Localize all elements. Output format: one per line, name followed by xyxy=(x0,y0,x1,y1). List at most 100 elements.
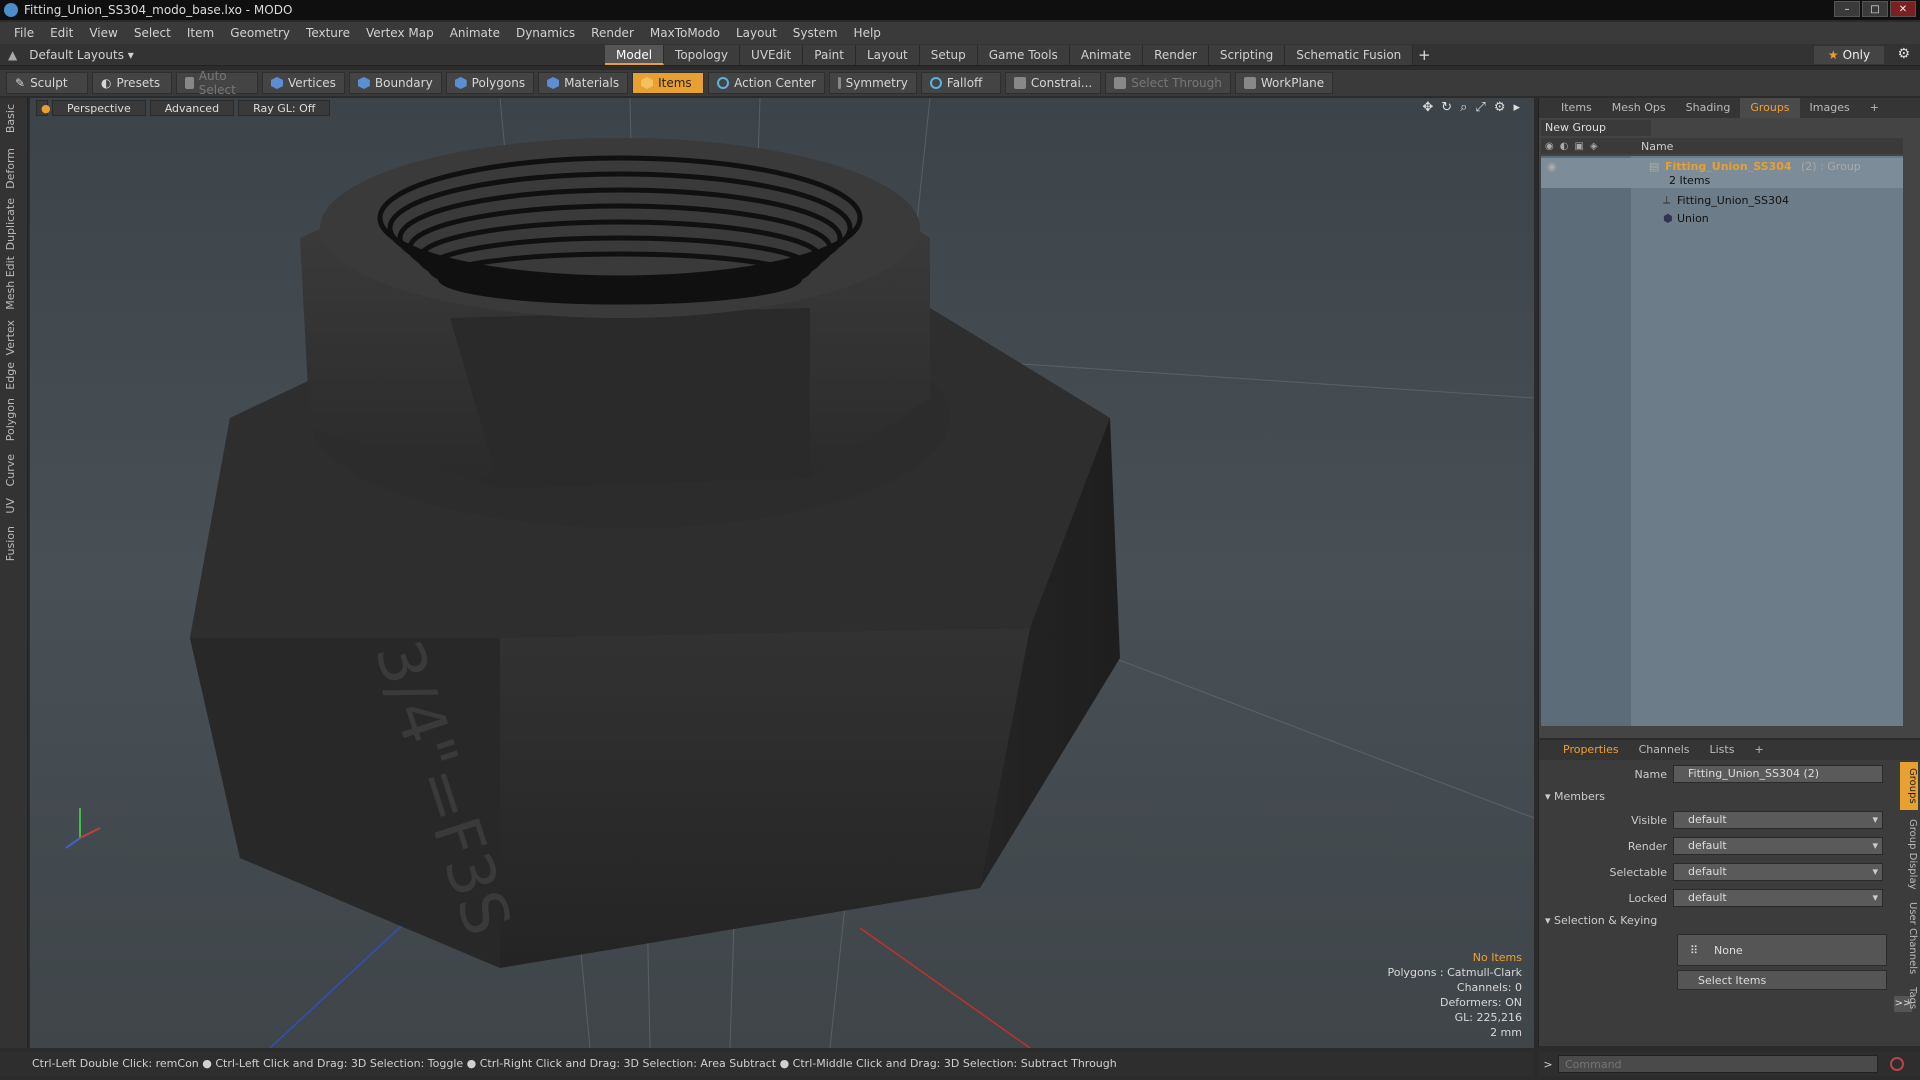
items-button[interactable]: Items xyxy=(632,72,705,94)
vtab-edge[interactable]: Edge xyxy=(4,362,22,390)
tab-lists[interactable]: Lists xyxy=(1700,740,1745,760)
tab-schematic-fusion[interactable]: Schematic Fusion xyxy=(1285,45,1414,65)
tab-setup[interactable]: Setup xyxy=(919,45,978,65)
eye-icon[interactable]: ◉ xyxy=(1547,160,1557,173)
raygl-button[interactable]: Ray GL: Off xyxy=(238,100,331,116)
3d-viewport[interactable]: 3/4"=F3S ● Perspective Advanced Ray GL: … xyxy=(30,98,1534,1048)
vtab-uv[interactable]: UV xyxy=(4,498,22,514)
pan-icon[interactable]: ✥ xyxy=(1422,100,1433,115)
view-type-button[interactable]: Perspective xyxy=(52,100,146,116)
tab-game-tools[interactable]: Game Tools xyxy=(977,45,1070,65)
vtab-curve[interactable]: Curve xyxy=(4,454,22,486)
select-icon[interactable]: ◈ xyxy=(1590,141,1598,152)
maximize-icon[interactable]: ⤢ xyxy=(1475,100,1485,115)
menu-maxtomodo[interactable]: MaxToModo xyxy=(642,22,728,44)
visible-select[interactable]: default ▾ xyxy=(1673,811,1883,829)
sculpt-button[interactable]: ✎ Sculpt xyxy=(6,72,88,94)
tab-groups[interactable]: Groups xyxy=(1740,98,1800,118)
new-group-button[interactable]: New Group xyxy=(1541,120,1651,136)
tab-paint[interactable]: Paint xyxy=(803,45,856,65)
materials-button[interactable]: Materials xyxy=(538,72,629,94)
tab-mesh-ops[interactable]: Mesh Ops xyxy=(1602,98,1676,118)
render-icon[interactable]: ◐ xyxy=(1560,141,1569,152)
side-tab-user-channels[interactable]: User Channels xyxy=(1900,898,1918,978)
add-tab-icon[interactable]: + xyxy=(1413,45,1435,65)
vtab-mesh-edit[interactable]: Mesh Edit xyxy=(4,256,22,310)
tab-scripting[interactable]: Scripting xyxy=(1208,45,1286,65)
menu-animate[interactable]: Animate xyxy=(442,22,508,44)
vtab-duplicate[interactable]: Duplicate xyxy=(4,198,22,250)
render-select[interactable]: default ▾ xyxy=(1673,837,1883,855)
minimize-button[interactable]: – xyxy=(1834,1,1860,17)
tab-topology[interactable]: Topology xyxy=(664,45,741,65)
vtab-vertex[interactable]: Vertex xyxy=(4,320,22,355)
layout-selector[interactable]: ▲ Default Layouts ▾ xyxy=(0,48,134,62)
side-tab-group-display[interactable]: Group Display xyxy=(1900,814,1918,894)
symmetry-button[interactable]: Symmetry xyxy=(828,72,917,94)
menu-render[interactable]: Render xyxy=(583,22,642,44)
vtab-fusion[interactable]: Fusion xyxy=(4,526,22,561)
viewport-menu-dot[interactable]: ● xyxy=(36,100,51,116)
locked-select[interactable]: default ▾ xyxy=(1673,889,1883,907)
members-section[interactable]: ▾ Members xyxy=(1545,790,1605,803)
vtab-basic[interactable]: Basic xyxy=(4,104,22,133)
command-input[interactable] xyxy=(1558,1055,1878,1073)
add-properties-tab-icon[interactable]: + xyxy=(1744,740,1773,760)
tab-animate[interactable]: Animate xyxy=(1069,45,1144,65)
side-tab-groups[interactable]: Groups xyxy=(1900,762,1918,810)
action-center-button[interactable]: Action Center xyxy=(708,72,825,94)
vtab-deform[interactable]: Deform xyxy=(4,148,22,189)
settings-icon[interactable]: ⚙ xyxy=(1494,100,1506,115)
menu-system[interactable]: System xyxy=(785,22,846,44)
vertices-button[interactable]: Vertices xyxy=(262,72,345,94)
menu-edit[interactable]: Edit xyxy=(42,22,81,44)
zoom-icon[interactable]: ⌕ xyxy=(1460,100,1467,115)
add-panel-tab-icon[interactable]: + xyxy=(1860,98,1889,118)
falloff-button[interactable]: Falloff xyxy=(920,72,1001,94)
side-tab-tags[interactable]: Tags xyxy=(1900,982,1918,1014)
close-button[interactable]: ✕ xyxy=(1890,1,1916,17)
tab-images[interactable]: Images xyxy=(1800,98,1860,118)
lock-icon[interactable]: ▣ xyxy=(1574,141,1583,152)
menu-help[interactable]: Help xyxy=(846,22,889,44)
tab-channels[interactable]: Channels xyxy=(1629,740,1700,760)
menu-file[interactable]: File xyxy=(6,22,42,44)
tab-render[interactable]: Render xyxy=(1143,45,1209,65)
tab-shading[interactable]: Shading xyxy=(1676,98,1741,118)
menu-layout[interactable]: Layout xyxy=(728,22,785,44)
tab-uvedit[interactable]: UVEdit xyxy=(740,45,804,65)
select-through-button[interactable]: Select Through xyxy=(1105,72,1231,94)
menu-vertex-map[interactable]: Vertex Map xyxy=(358,22,442,44)
only-button[interactable]: ★ Only xyxy=(1814,46,1884,64)
workplane-button[interactable]: WorkPlane xyxy=(1234,72,1334,94)
presets-button[interactable]: ◐ Presets xyxy=(92,72,172,94)
menu-item[interactable]: Item xyxy=(179,22,222,44)
menu-dynamics[interactable]: Dynamics xyxy=(508,22,583,44)
menu-texture[interactable]: Texture xyxy=(298,22,358,44)
selectable-select[interactable]: default ▾ xyxy=(1673,863,1883,881)
stop-icon[interactable] xyxy=(1890,1057,1904,1071)
maximize-button[interactable]: □ xyxy=(1862,1,1888,17)
gear-icon[interactable]: ⚙ xyxy=(1897,46,1910,62)
eye-icon[interactable]: ◉ xyxy=(1545,141,1554,152)
tree-row-child-mesh[interactable]: ⟂ Fitting_Union_SS304 xyxy=(1541,192,1903,208)
tab-properties[interactable]: Properties xyxy=(1553,740,1629,760)
menu-view[interactable]: View xyxy=(81,22,125,44)
select-items-button[interactable]: Select Items xyxy=(1677,970,1887,990)
polygons-button[interactable]: Polygons xyxy=(445,72,535,94)
auto-select-button[interactable]: Auto Select xyxy=(176,69,258,97)
rotate-icon[interactable]: ↻ xyxy=(1441,100,1452,115)
constraints-button[interactable]: Constrai... xyxy=(1004,72,1102,94)
tab-items[interactable]: Items xyxy=(1551,98,1602,118)
tree-row-child-union[interactable]: ⬢ Union xyxy=(1541,210,1903,226)
boundary-button[interactable]: Boundary xyxy=(348,72,442,94)
selection-keying-section[interactable]: ▾ Selection & Keying xyxy=(1545,914,1657,927)
menu-select[interactable]: Select xyxy=(126,22,179,44)
play-icon[interactable]: ▸ xyxy=(1513,100,1520,115)
tab-model[interactable]: Model xyxy=(605,45,665,65)
select-none-button[interactable]: ⠿ None xyxy=(1677,934,1887,966)
shading-mode-button[interactable]: Advanced xyxy=(149,100,235,116)
vtab-polygon[interactable]: Polygon xyxy=(4,398,22,441)
name-field[interactable]: Fitting_Union_SS304 (2) xyxy=(1673,765,1883,783)
tab-layout[interactable]: Layout xyxy=(855,45,920,65)
